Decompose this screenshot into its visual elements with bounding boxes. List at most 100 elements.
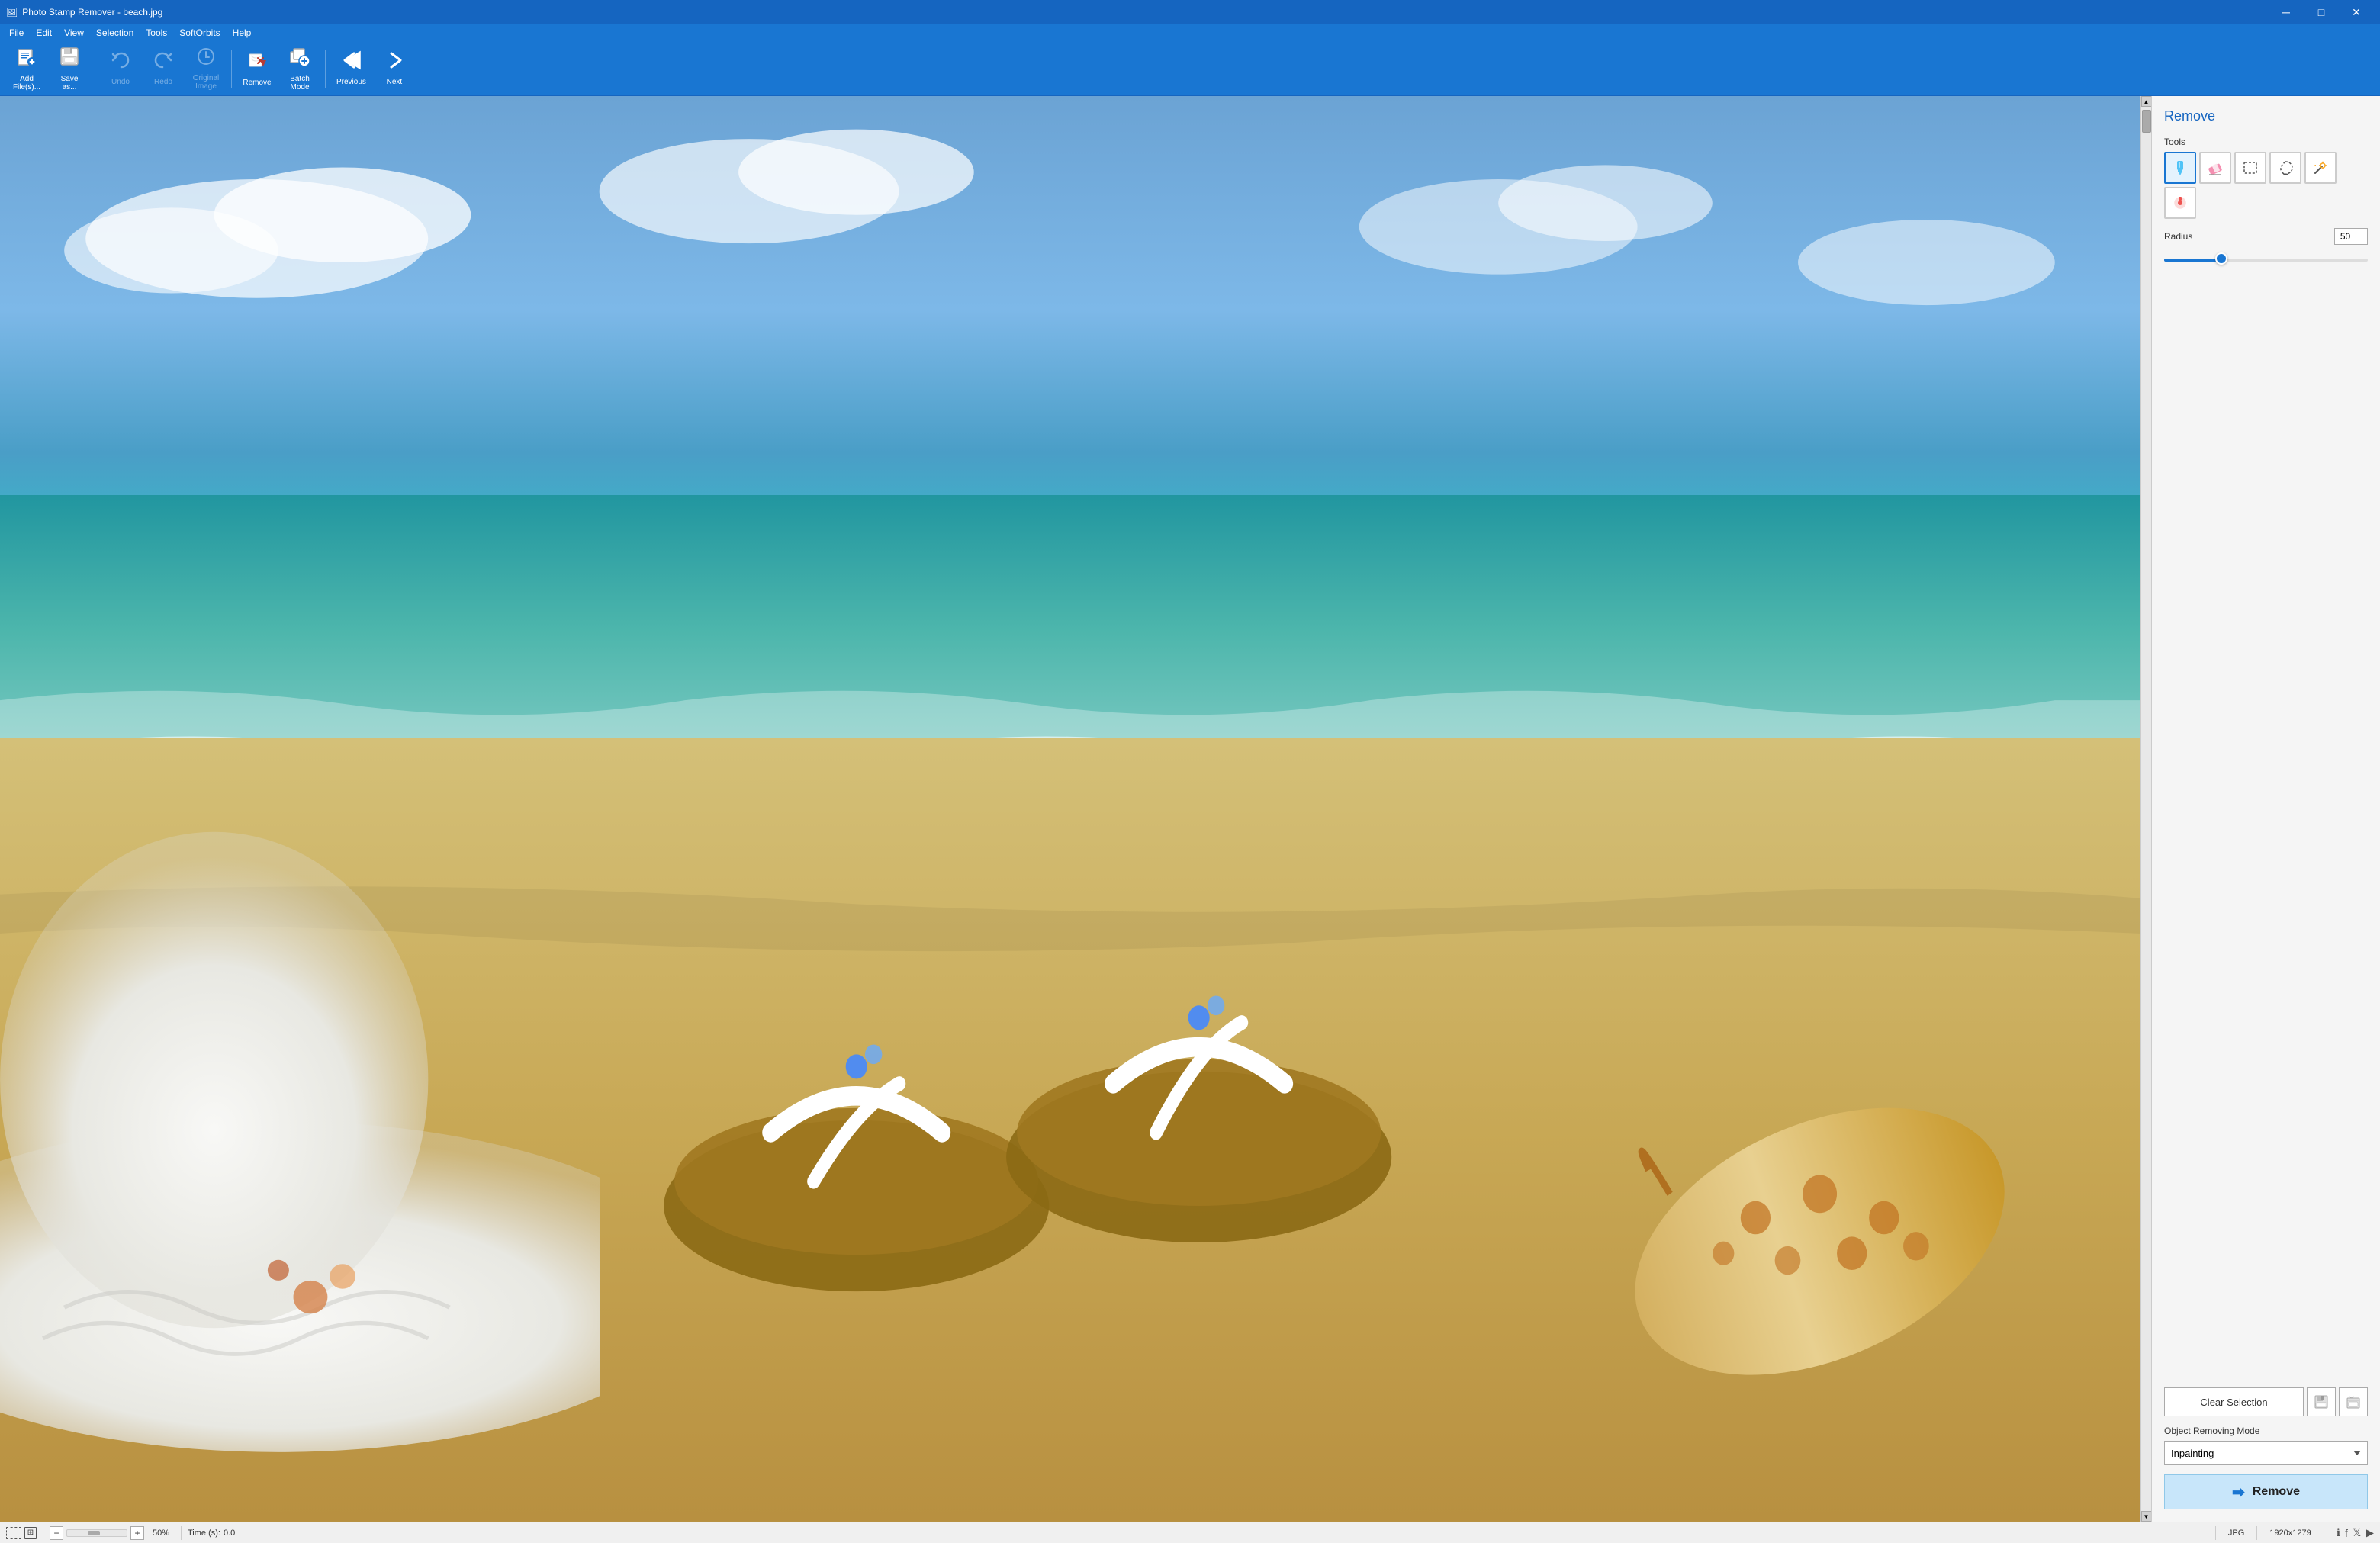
remove-icon xyxy=(246,50,268,76)
action-row: Clear Selection xyxy=(2164,1387,2368,1416)
undo-icon xyxy=(111,50,130,75)
radius-label: Radius xyxy=(2164,231,2192,242)
tools-row xyxy=(2164,152,2368,219)
statusbar-sep-3 xyxy=(2215,1526,2216,1540)
tool-rectangle-button[interactable] xyxy=(2234,152,2266,184)
tool-stamp-button[interactable] xyxy=(2164,187,2196,219)
titlebar-left: 🖼 Photo Stamp Remover - beach.jpg xyxy=(6,7,162,18)
previous-button[interactable]: Previous xyxy=(330,45,372,92)
undo-button[interactable]: Undo xyxy=(100,45,141,92)
add-files-button[interactable]: AddFile(s)... xyxy=(6,45,47,92)
selection-icons: ⊞ xyxy=(6,1527,37,1539)
twitter-icon[interactable]: 𝕏 xyxy=(2353,1526,2361,1539)
remove-arrow-icon: ➡ xyxy=(2232,1483,2245,1502)
menu-file[interactable]: File xyxy=(3,26,30,40)
zoom-out-button[interactable]: − xyxy=(50,1526,63,1540)
titlebar: 🖼 Photo Stamp Remover - beach.jpg ─ □ ✕ xyxy=(0,0,2380,24)
radius-input[interactable] xyxy=(2334,228,2368,245)
scroll-down-button[interactable]: ▼ xyxy=(2141,1511,2152,1522)
zoom-slider-track xyxy=(66,1529,127,1537)
format-label: JPG xyxy=(2228,1529,2244,1538)
vertical-scrollbar[interactable]: ▲ ▼ xyxy=(2140,96,2151,1522)
scroll-track-vertical xyxy=(2141,107,2151,1511)
youtube-icon[interactable]: ▶ xyxy=(2366,1526,2374,1539)
beach-image xyxy=(0,96,2140,1522)
redo-icon xyxy=(153,50,173,75)
app-title: Photo Stamp Remover - beach.jpg xyxy=(22,7,162,18)
time-label: Time (s): xyxy=(188,1529,220,1538)
undo-label: Undo xyxy=(111,78,130,86)
menu-edit[interactable]: Edit xyxy=(30,26,58,40)
original-image-button[interactable]: OriginalImage xyxy=(185,45,227,92)
redo-label: Redo xyxy=(154,78,172,86)
mode-select[interactable]: Inpainting Content-Aware Fill Blur xyxy=(2164,1441,2368,1465)
next-button[interactable]: Next xyxy=(374,45,415,92)
maximize-button[interactable]: □ xyxy=(2304,0,2339,24)
add-files-label: AddFile(s)... xyxy=(13,75,40,92)
radius-slider-thumb[interactable] xyxy=(2215,252,2227,265)
menu-help[interactable]: Help xyxy=(227,26,258,40)
time-display: Time (s): 0.0 xyxy=(188,1529,235,1538)
menubar: File Edit View Selection Tools SoftOrbit… xyxy=(0,24,2380,41)
fit-to-window-icon[interactable]: ⊞ xyxy=(24,1527,37,1539)
remove-button[interactable]: ➡ Remove xyxy=(2164,1474,2368,1509)
right-panel: Remove Tools xyxy=(2151,96,2380,1522)
zoom-value: 50% xyxy=(147,1529,175,1538)
zoom-in-button[interactable]: + xyxy=(130,1526,144,1540)
remove-toolbar-label: Remove xyxy=(243,79,271,87)
save-as-label: Saveas... xyxy=(61,75,79,92)
scroll-thumb-vertical[interactable] xyxy=(2142,110,2151,133)
batch-mode-button[interactable]: BatchMode xyxy=(279,45,320,92)
mode-section: Object Removing Mode Inpainting Content-… xyxy=(2164,1426,2368,1465)
tools-label: Tools xyxy=(2164,137,2368,147)
app-icon: 🖼 xyxy=(6,7,18,18)
remove-button-label: Remove xyxy=(2253,1485,2300,1499)
next-label: Next xyxy=(387,78,403,86)
toolbar: AddFile(s)... Saveas... Undo xyxy=(0,41,2380,96)
menu-selection[interactable]: Selection xyxy=(90,26,140,40)
menu-tools[interactable]: Tools xyxy=(140,26,173,40)
clear-selection-button[interactable]: Clear Selection xyxy=(2164,1387,2304,1416)
statusbar-sep-4 xyxy=(2256,1526,2257,1540)
status-icons: ℹ f 𝕏 ▶ xyxy=(2337,1526,2374,1539)
zoom-slider-thumb[interactable] xyxy=(88,1531,100,1535)
spacer xyxy=(2164,278,2368,1378)
tool-eraser-button[interactable] xyxy=(2199,152,2231,184)
save-selection-button[interactable] xyxy=(2307,1387,2336,1416)
next-icon xyxy=(382,50,407,75)
close-button[interactable]: ✕ xyxy=(2339,0,2374,24)
save-as-icon xyxy=(59,46,80,72)
redo-button[interactable]: Redo xyxy=(143,45,184,92)
titlebar-controls: ─ □ ✕ xyxy=(2269,0,2374,24)
scroll-up-button[interactable]: ▲ xyxy=(2141,96,2152,107)
info-icon[interactable]: ℹ xyxy=(2337,1526,2340,1539)
facebook-icon[interactable]: f xyxy=(2345,1527,2348,1539)
batch-mode-label: BatchMode xyxy=(290,75,310,92)
save-as-button[interactable]: Saveas... xyxy=(49,45,90,92)
tool-magic-wand-button[interactable] xyxy=(2304,152,2337,184)
original-image-label: OriginalImage xyxy=(193,74,219,91)
menu-softorbits[interactable]: SoftOrbits xyxy=(173,26,226,40)
previous-icon xyxy=(339,50,363,75)
batch-mode-icon xyxy=(289,46,310,72)
statusbar: ⊞ − + 50% Time (s): 0.0 JPG 1920x1279 ℹ … xyxy=(0,1522,2380,1543)
minimize-button[interactable]: ─ xyxy=(2269,0,2304,24)
add-files-icon xyxy=(16,46,37,72)
mode-label: Object Removing Mode xyxy=(2164,1426,2368,1436)
toolbar-sep-3 xyxy=(325,50,326,88)
status-right: JPG 1920x1279 ℹ f 𝕏 ▶ xyxy=(2215,1526,2374,1540)
zoom-controls: − + 50% xyxy=(50,1526,175,1540)
tool-marker-button[interactable] xyxy=(2164,152,2196,184)
dimensions-label: 1920x1279 xyxy=(2269,1529,2311,1538)
slider-track xyxy=(2164,259,2368,262)
image-area[interactable] xyxy=(0,96,2140,1522)
menu-view[interactable]: View xyxy=(58,26,90,40)
main-area: ▲ ▼ Remove Tools xyxy=(0,96,2380,1522)
remove-toolbar-button[interactable]: Remove xyxy=(236,45,278,92)
load-selection-button[interactable] xyxy=(2339,1387,2368,1416)
panel-title: Remove xyxy=(2164,108,2368,124)
tool-lasso-button[interactable] xyxy=(2269,152,2301,184)
time-value: 0.0 xyxy=(224,1529,235,1538)
selection-rectangle-icon[interactable] xyxy=(6,1527,21,1539)
toolbar-sep-2 xyxy=(231,50,232,88)
